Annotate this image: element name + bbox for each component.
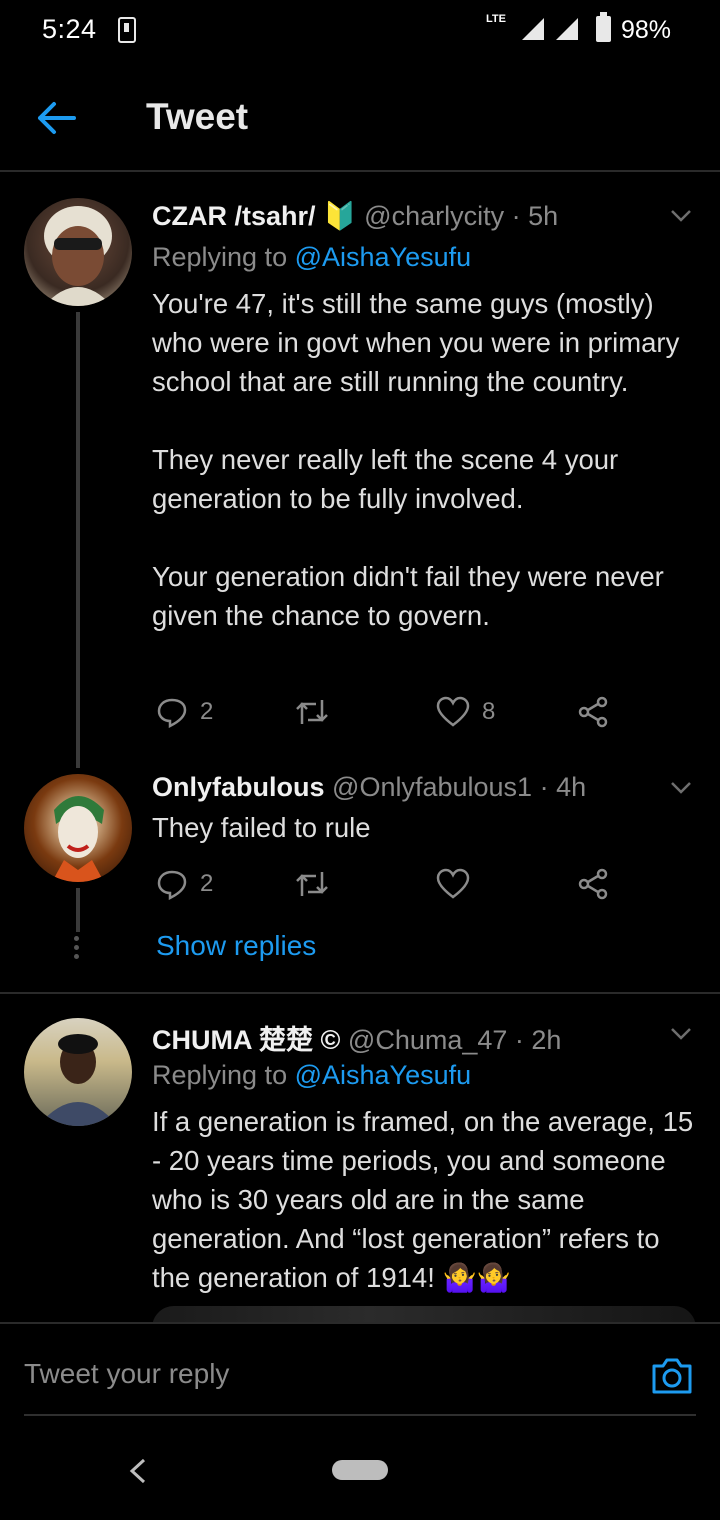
reply-input[interactable]: Tweet your reply [24,1358,229,1390]
avatar[interactable] [24,198,132,306]
heart-icon [436,696,470,727]
system-nav-bar [0,1420,720,1520]
tweet-header: CZAR /tsahr/ 🔰 @charlycity · 5h [152,200,558,232]
retweet-icon [296,872,328,896]
reply-icon [157,870,187,900]
thread-dots [74,936,80,963]
username[interactable]: @Onlyfabulous1 [332,772,532,802]
tweet-time: · 5h [511,201,559,231]
tweet-time: · 4h [539,772,587,802]
tweet-text: You're 47, it's still the same guys (mos… [152,288,680,631]
share-button[interactable] [578,692,610,732]
tweet-text: If a generation is framed, on the averag… [152,1106,694,1293]
status-bar: 5:24 LTE 98% [0,0,720,64]
divider [0,992,720,994]
battery-percent: 98% [621,16,672,44]
share-button[interactable] [578,864,610,904]
share-icon [578,868,608,900]
chevron-down-icon[interactable] [670,204,692,226]
reply-bar: Tweet your reply [0,1322,720,1420]
like-count: 8 [482,698,496,725]
tweet-actions: 2 8 [152,692,632,732]
lte-icon: LTE [486,13,506,25]
reply-count: 2 [200,870,214,897]
replying-to: Replying to @AishaYesufu [152,242,472,272]
divider [24,1414,696,1416]
heart-icon [436,868,470,899]
back-arrow-icon[interactable] [34,98,78,138]
username[interactable]: @Chuma_47 [348,1025,508,1055]
chevron-down-icon[interactable] [670,776,692,798]
reply-button[interactable]: 2 [156,864,213,904]
notification-icon [118,17,136,43]
reply-button[interactable]: 2 [156,692,213,732]
tweet-actions: 2 [152,864,632,904]
reply-count: 2 [200,698,214,725]
tweet-time: · 2h [514,1025,562,1055]
tweet-text: They failed to rule [152,812,371,843]
display-name[interactable]: Onlyfabulous [152,772,325,802]
nav-back-icon[interactable] [128,1458,148,1484]
mention-link[interactable]: @AishaYesufu [295,242,472,272]
tweet-header: CHUMA 楚楚 © @Chuma_47 · 2h [152,1018,561,1057]
thread-line [76,888,80,932]
like-button[interactable]: 8 [436,692,495,732]
tweet-header: Onlyfabulous @Onlyfabulous1 · 4h [152,772,586,803]
page-title: Tweet [146,96,249,137]
reply-icon [157,698,187,728]
nav-home-button[interactable] [332,1460,388,1480]
replying-to: Replying to @AishaYesufu [152,1060,472,1090]
display-name[interactable]: CHUMA 楚楚 © [152,1025,340,1055]
retweet-button[interactable] [294,692,342,732]
avatar[interactable] [24,1018,132,1126]
share-icon [578,696,608,728]
app-header: Tweet [0,64,720,172]
display-name[interactable]: CZAR /tsahr/ 🔰 [152,201,357,231]
retweet-icon [296,700,328,724]
signal-icon-2 [556,18,578,40]
like-button[interactable] [436,864,482,904]
username[interactable]: @charlycity [364,201,504,231]
retweet-button[interactable] [294,864,342,904]
battery-icon [596,12,611,42]
avatar[interactable] [24,774,132,882]
show-replies-link[interactable]: Show replies [156,930,316,962]
chevron-down-icon[interactable] [670,1022,692,1044]
thread-line [76,312,80,768]
camera-icon[interactable] [650,1356,694,1396]
status-time: 5:24 [42,14,97,44]
mention-link[interactable]: @AishaYesufu [295,1060,472,1090]
signal-icon [522,18,544,40]
